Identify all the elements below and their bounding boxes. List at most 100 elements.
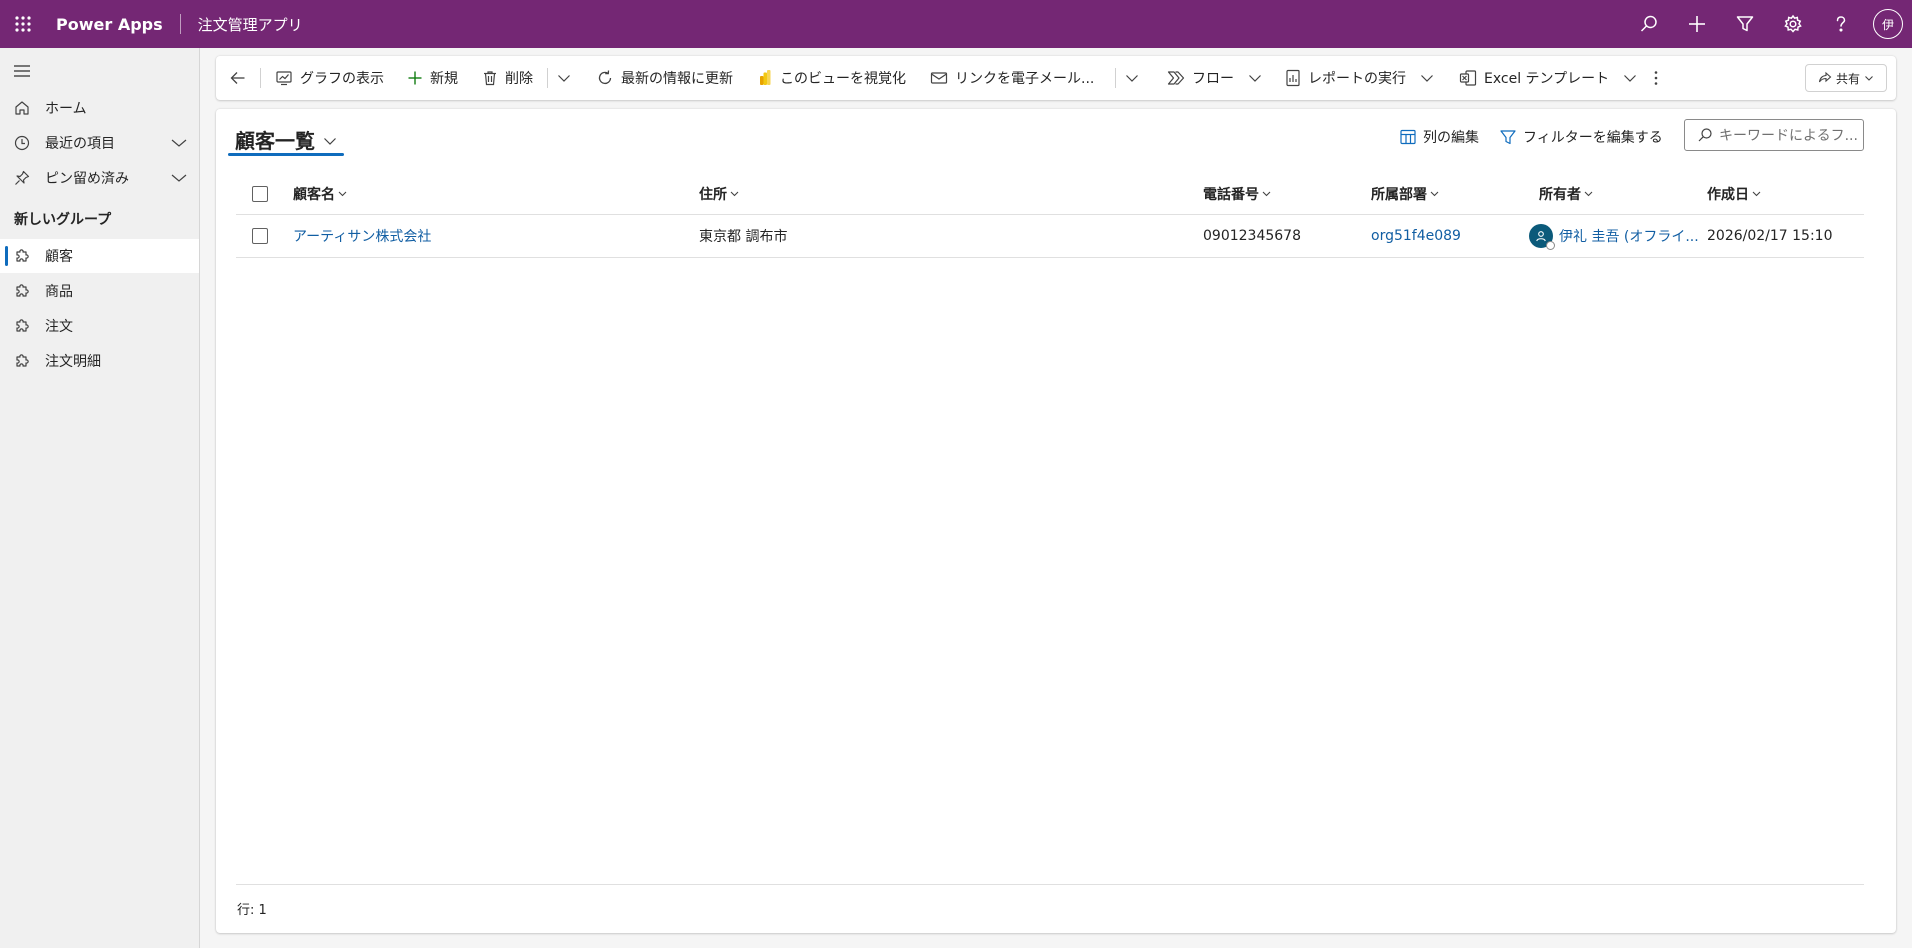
column-header-created[interactable]: 作成日 <box>1707 173 1761 214</box>
more-email-options-button[interactable] <box>1125 56 1146 100</box>
email-link-icon <box>930 72 948 84</box>
report-icon <box>1286 69 1300 87</box>
puzzle-icon <box>11 350 33 372</box>
email-link-label: リンクを電子メール... <box>955 71 1095 87</box>
sidebar-item-pinned[interactable]: ピン留め済み <box>0 161 199 195</box>
excel-icon <box>1459 70 1477 86</box>
sidebar-item-recent[interactable]: 最近の項目 <box>0 126 199 160</box>
sidebar-item-customers[interactable]: 顧客 <box>0 239 199 273</box>
chevron-down-icon[interactable] <box>171 171 187 185</box>
more-delete-options-button[interactable] <box>557 56 578 100</box>
chevron-down-icon <box>324 138 336 145</box>
sidebar-item-products[interactable]: 商品 <box>0 274 199 308</box>
column-header-address[interactable]: 住所 <box>699 173 739 214</box>
customer-name-link[interactable]: アーティサン株式会社 <box>293 215 431 257</box>
chevron-down-icon <box>1249 75 1261 82</box>
top-bar: Power Apps 注文管理アプリ 伊 <box>0 0 1912 48</box>
chevron-down-icon <box>1126 75 1138 82</box>
sidebar-item-orders[interactable]: 注文 <box>0 309 199 343</box>
sidebar: ホーム 最近の項目 ピン留め済み 新しいグループ 顧客 商品 注文 注文明細 <box>0 48 200 948</box>
chevron-down-icon[interactable] <box>171 136 187 150</box>
run-report-label: レポートの実行 <box>1308 71 1406 87</box>
chevron-down-icon <box>1421 75 1433 82</box>
checkbox[interactable] <box>252 228 268 244</box>
grid-header: 顧客名 住所 電話番号 所属部署 所有者 作成日 <box>236 173 1864 215</box>
presence-status-dot <box>1546 241 1555 250</box>
flow-button[interactable]: フロー <box>1167 56 1262 100</box>
view-title: 顧客一覧 <box>235 129 315 153</box>
show-chart-button[interactable]: グラフの表示 <box>275 56 384 100</box>
more-vertical-icon <box>1654 71 1658 85</box>
chevron-down-icon <box>1865 76 1873 81</box>
email-link-button[interactable]: リンクを電子メール... <box>930 56 1094 100</box>
hamburger-menu-icon[interactable] <box>11 60 33 82</box>
column-header-department[interactable]: 所属部署 <box>1371 173 1439 214</box>
column-header-phone[interactable]: 電話番号 <box>1203 173 1271 214</box>
run-report-button[interactable]: レポートの実行 <box>1285 56 1434 100</box>
owner-avatar <box>1529 224 1555 250</box>
share-button[interactable]: 共有 <box>1805 64 1887 92</box>
settings-icon[interactable] <box>1769 0 1817 48</box>
sidebar-item-label: 注文 <box>45 319 73 335</box>
column-header-name[interactable]: 顧客名 <box>293 173 347 214</box>
sidebar-item-label: ホーム <box>45 101 87 117</box>
edit-columns-button[interactable]: 列の編集 <box>1399 125 1479 149</box>
filter-icon <box>1500 130 1516 145</box>
sidebar-item-label: 最近の項目 <box>45 136 115 152</box>
share-label: 共有 <box>1835 71 1860 86</box>
flow-label: フロー <box>1192 71 1234 87</box>
command-separator <box>1115 68 1116 88</box>
add-icon[interactable] <box>1673 0 1721 48</box>
table-row[interactable]: アーティサン株式会社 東京都 調布市 09012345678 org51f4e0… <box>236 215 1864 258</box>
sort-chevron-icon <box>1752 191 1761 197</box>
sidebar-item-order-details[interactable]: 注文明細 <box>0 344 199 378</box>
sort-chevron-icon <box>1262 191 1271 197</box>
view-panel: 顧客一覧 列の編集 フィルターを編集する キーワードによるフ... 顧客名 住所… <box>216 109 1896 933</box>
new-label: 新規 <box>430 71 458 87</box>
column-header-label: 所属部署 <box>1371 186 1427 203</box>
command-separator <box>547 68 548 88</box>
filter-icon[interactable] <box>1721 0 1769 48</box>
edit-filters-button[interactable]: フィルターを編集する <box>1499 125 1663 149</box>
visualize-view-button[interactable]: このビューを視覚化 <box>757 56 906 100</box>
excel-templates-label: Excel テンプレート <box>1484 71 1610 87</box>
back-button[interactable] <box>229 56 254 100</box>
chart-icon <box>276 71 292 86</box>
department-link[interactable]: org51f4e089 <box>1371 215 1461 257</box>
sidebar-item-label: ピン留め済み <box>45 171 129 187</box>
help-icon[interactable] <box>1817 0 1865 48</box>
keyword-search-input[interactable]: キーワードによるフ... <box>1684 119 1864 151</box>
puzzle-icon <box>11 245 33 267</box>
user-avatar[interactable]: 伊 <box>1873 9 1903 39</box>
show-chart-label: グラフの表示 <box>300 71 384 87</box>
column-header-label: 作成日 <box>1707 186 1749 203</box>
search-icon <box>1698 128 1712 142</box>
column-header-label: 顧客名 <box>293 186 335 203</box>
home-icon <box>11 97 33 119</box>
flow-icon <box>1167 71 1185 85</box>
select-all-checkbox[interactable] <box>252 173 268 214</box>
row-count: 行: 1 <box>237 903 267 918</box>
new-button[interactable]: 新規 <box>407 56 458 100</box>
column-header-label: 住所 <box>699 186 727 203</box>
app-launcher-icon[interactable] <box>0 0 46 48</box>
app-title[interactable]: 注文管理アプリ <box>198 14 303 35</box>
more-commands-button[interactable] <box>1653 56 1666 100</box>
column-header-owner[interactable]: 所有者 <box>1539 173 1593 214</box>
edit-columns-label: 列の編集 <box>1423 130 1479 146</box>
delete-button[interactable]: 削除 <box>482 56 533 100</box>
refresh-button[interactable]: 最新の情報に更新 <box>596 56 733 100</box>
checkbox[interactable] <box>252 185 268 202</box>
search-placeholder: キーワードによるフ... <box>1719 128 1858 144</box>
excel-templates-button[interactable]: Excel テンプレート <box>1459 56 1637 100</box>
owner-cell[interactable]: 伊礼 圭吾 (オフライ... <box>1529 215 1699 257</box>
row-select-checkbox[interactable] <box>252 215 268 257</box>
sidebar-item-home[interactable]: ホーム <box>0 91 199 125</box>
visualize-label: このビューを視覚化 <box>780 71 906 87</box>
view-selector[interactable]: 顧客一覧 <box>235 125 337 154</box>
puzzle-icon <box>11 315 33 337</box>
brand-name[interactable]: Power Apps <box>56 15 163 34</box>
owner-name: 伊礼 圭吾 (オフライ... <box>1559 229 1699 245</box>
edit-filters-label: フィルターを編集する <box>1523 130 1663 146</box>
search-icon[interactable] <box>1625 0 1673 48</box>
